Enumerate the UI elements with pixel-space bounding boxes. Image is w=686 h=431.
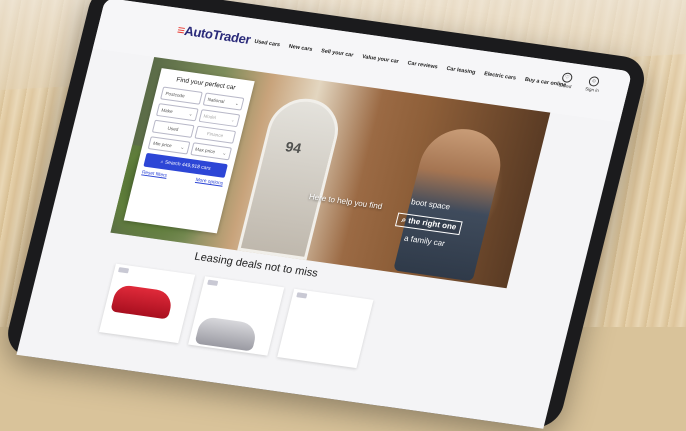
nav-car-reviews[interactable]: Car reviews (407, 60, 438, 70)
car-image (194, 316, 259, 352)
chevron-down-icon: ⌄ (230, 116, 236, 123)
chevron-down-icon: ⌄ (222, 150, 228, 156)
user-icon: ☺ (587, 75, 601, 88)
chevron-down-icon: ⌄ (180, 144, 186, 150)
nav-sell-your-car[interactable]: Sell your car (320, 48, 354, 58)
reset-filters-link[interactable]: Reset filters (141, 170, 167, 178)
deal-badge (207, 279, 219, 286)
min-price-select[interactable]: Min price ⌄ (147, 136, 190, 155)
tablet-screen: ≡AutoTrader Used cars New cars Sell your… (16, 0, 633, 429)
heart-icon: ♡ (560, 72, 574, 84)
chevron-down-icon: ⌄ (234, 100, 240, 106)
hero-door (237, 94, 346, 261)
saved-button[interactable]: ♡ Saved (558, 72, 575, 89)
nav-used-cars[interactable]: Used cars (254, 39, 281, 48)
model-select[interactable]: Model ⌄ (198, 109, 241, 128)
car-image (110, 284, 175, 320)
nav-car-leasing[interactable]: Car leasing (446, 66, 476, 76)
finance-toggle[interactable]: Finance (193, 125, 237, 144)
tablet-device: ≡AutoTrader Used cars New cars Sell your… (2, 0, 650, 431)
postcode-input[interactable]: Postcode (160, 86, 203, 105)
chevron-down-icon: ⌄ (188, 110, 194, 117)
max-price-select[interactable]: Max price ⌄ (189, 142, 233, 161)
leasing-card[interactable] (98, 263, 196, 344)
make-select[interactable]: Make ⌄ (155, 103, 199, 122)
deal-badge (296, 292, 308, 299)
leasing-card[interactable] (188, 276, 285, 356)
nav-electric-cars[interactable]: Electric cars (483, 71, 516, 81)
header-actions: ♡ Saved ☺ Sign in (558, 72, 602, 93)
used-toggle[interactable]: Used (151, 119, 195, 138)
autotrader-logo[interactable]: ≡AutoTrader (176, 22, 253, 47)
nav-new-cars[interactable]: New cars (288, 44, 313, 53)
distance-select[interactable]: National ⌄ (202, 92, 245, 111)
door-number: 94 (283, 138, 304, 157)
leasing-card[interactable] (277, 288, 374, 369)
more-options-link[interactable]: More options (195, 178, 224, 187)
deal-badge (118, 267, 130, 274)
sign-in-button[interactable]: ☺ Sign in (585, 75, 603, 93)
nav-value-your-car[interactable]: Value your car (361, 54, 399, 65)
